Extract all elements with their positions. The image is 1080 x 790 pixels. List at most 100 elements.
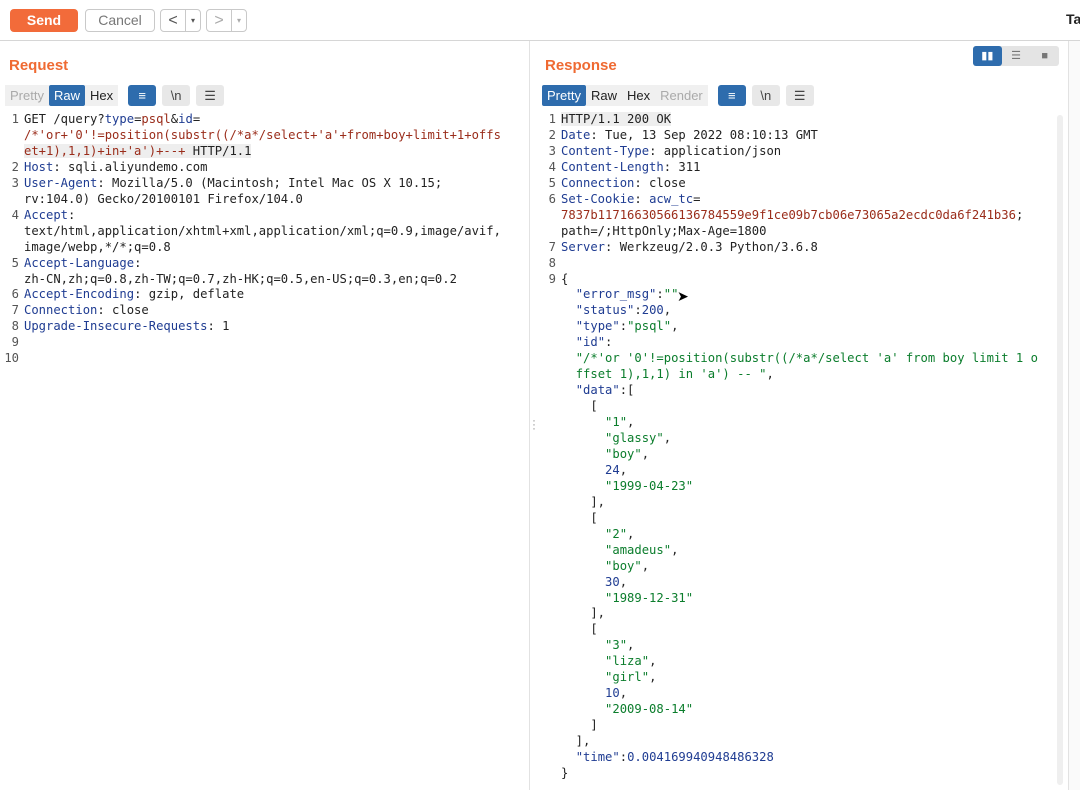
code-token: "liza" — [605, 654, 650, 668]
response-editor[interactable]: 1 2 3 4 5 6 7 8 9 HTTP/1.1 200 OK Date: Tue, 13 S… — [537, 112, 1067, 790]
code-token: "1989-12-31" — [605, 591, 694, 605]
code-line: "/*'or '0'!=position(substr((/*a*/select… — [561, 351, 1038, 365]
code-token: "1" — [605, 415, 628, 429]
code-token: , — [619, 575, 628, 589]
back-arrow-icon[interactable]: < — [161, 10, 185, 31]
code-line: [ — [561, 511, 597, 525]
code-token: ], — [561, 606, 606, 620]
code-token: "id" — [575, 335, 606, 349]
code-token: : 311 — [663, 160, 701, 174]
response-tab-raw[interactable]: Raw — [585, 85, 622, 106]
code-token: "3" — [605, 638, 628, 652]
response-tab-hex[interactable]: Hex — [621, 85, 656, 106]
cancel-button[interactable]: Cancel — [85, 9, 155, 32]
code-token: Set-Cookie — [561, 192, 635, 206]
code-line: 7837b11716630566136784559e9f1ce09b7cb06e… — [561, 208, 1023, 222]
mouse-pointer-icon: ➤ — [677, 288, 689, 304]
line-number: 3 — [11, 176, 19, 190]
code-line: "time":0.004169940948486328 — [561, 750, 774, 764]
code-line: "1999-04-23" — [561, 479, 693, 493]
code-line: et+1),1,1)+in+'a')+--+ HTTP/1.1 — [24, 144, 252, 158]
code-line: } — [561, 766, 568, 780]
code-token: , — [641, 559, 650, 573]
send-button[interactable]: Send — [10, 9, 78, 32]
response-tab-render[interactable]: Render — [655, 85, 708, 106]
stacked-layout-icon[interactable]: ☰ — [1002, 46, 1031, 66]
code-line: "1", — [561, 415, 634, 429]
code-line: Date: Tue, 13 Sep 2022 08:10:13 GMT — [561, 128, 818, 142]
line-number: 5 — [11, 256, 19, 270]
menu-icon[interactable]: ☰ — [196, 85, 225, 106]
code-token: , — [641, 447, 650, 461]
show-newlines-icon[interactable]: \n — [751, 85, 780, 106]
line-number: 1 — [11, 112, 19, 126]
request-tab-hex[interactable]: Hex — [84, 85, 119, 106]
request-pane: Request Pretty Raw Hex ≡ \n ☰ 1234567891… — [0, 41, 530, 790]
code-token: , — [619, 463, 628, 477]
code-line: path=/;HttpOnly;Max-Age=1800 — [561, 224, 766, 238]
code-line: ] — [561, 718, 597, 732]
code-token: : — [605, 335, 613, 349]
right-edge-panel — [1068, 41, 1080, 790]
code-line: ], — [561, 734, 591, 748]
code-token: User-Agent — [24, 176, 98, 190]
code-line: "glassy", — [561, 431, 671, 445]
response-tab-pretty[interactable]: Pretty — [542, 85, 586, 106]
code-token: [ — [561, 399, 598, 413]
response-title: Response — [545, 57, 617, 74]
code-token: /*'or+'0'!=position(substr((/*a*/select+… — [24, 128, 501, 142]
code-line: 24, — [561, 463, 627, 477]
wrap-lines-icon[interactable]: ≡ — [717, 85, 746, 106]
menu-icon[interactable]: ☰ — [785, 85, 814, 106]
top-toolbar: Send Cancel < ▾ > ▾ Ta — [0, 0, 1080, 41]
code-token: "2" — [605, 527, 628, 541]
request-tabs: Pretty Raw Hex ≡ \n ☰ — [5, 85, 225, 106]
back-history-dropdown-icon[interactable]: ▾ — [185, 10, 200, 31]
code-token: = — [693, 192, 701, 206]
request-tab-raw[interactable]: Raw — [48, 85, 85, 106]
code-token: : — [656, 287, 664, 301]
code-line: 10, — [561, 686, 627, 700]
single-pane-layout-icon[interactable]: ■ — [1030, 46, 1059, 66]
code-line: Content-Length: 311 — [561, 160, 700, 174]
code-token: "status" — [575, 303, 635, 317]
code-token: 24 — [605, 463, 620, 477]
forward-history-dropdown-icon[interactable]: ▾ — [231, 10, 246, 31]
code-line: "type":"psql", — [561, 319, 679, 333]
code-token: ffset 1),1,1) in 'a') -- " — [575, 367, 767, 381]
code-line: Accept: — [24, 208, 75, 222]
request-editor[interactable]: 1 2 3 4 5 6 7 8 9 10 GET /query?type=psql&id=/*'o… — [0, 112, 529, 790]
code-token: , — [663, 303, 672, 317]
request-tab-pretty[interactable]: Pretty — [5, 85, 49, 106]
code-line: User-Agent: Mozilla/5.0 (Macintosh; Inte… — [24, 176, 442, 190]
code-token: Upgrade-Insecure-Requests — [24, 319, 208, 333]
code-token: Accept-Encoding — [24, 287, 135, 301]
code-token: :[ — [619, 383, 635, 397]
code-line: ffset 1),1,1) in 'a') -- ", — [561, 367, 774, 381]
code-token: , — [663, 431, 672, 445]
code-token: : 1 — [207, 319, 230, 333]
wrap-lines-icon[interactable]: ≡ — [128, 85, 157, 106]
code-line: ], — [561, 606, 605, 620]
code-token: Accept — [24, 208, 69, 222]
code-line: Host: sqli.aliyundemo.com — [24, 160, 207, 174]
code-token: 10 — [605, 686, 620, 700]
response-scrollbar[interactable] — [1057, 115, 1063, 785]
show-newlines-icon[interactable]: \n — [162, 85, 191, 106]
forward-arrow-icon[interactable]: > — [207, 10, 231, 31]
line-number: 6 — [11, 287, 19, 301]
code-token: , — [627, 415, 635, 429]
request-gutter: 1 2 3 4 5 6 7 8 9 10 — [0, 112, 22, 790]
code-token: 0.004169940948486328 — [627, 750, 774, 764]
code-line: "girl", — [561, 670, 656, 684]
side-by-side-layout-icon[interactable]: ▮▮ — [973, 46, 1002, 66]
code-line: ], — [561, 495, 605, 509]
code-line: "2009-08-14" — [561, 702, 693, 716]
